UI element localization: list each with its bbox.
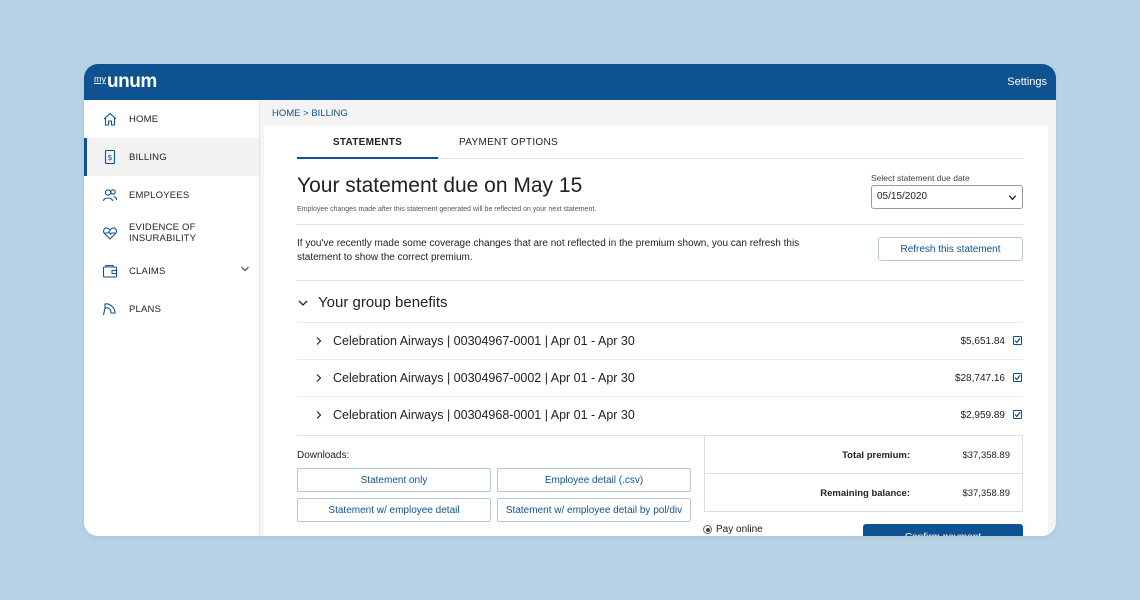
tab-statements[interactable]: STATEMENTS	[297, 134, 438, 159]
breadcrumb[interactable]: HOME > BILLING	[272, 108, 348, 119]
benefit-amount: $2,959.89	[960, 409, 1006, 421]
benefit-checkbox[interactable]	[1013, 373, 1022, 382]
benefit-row[interactable]: Celebration Airways | 00304967-0002 | Ap…	[297, 359, 1023, 396]
sidebar: HOME $ BILLING EMPLOYEES EVIDENCE OF INS…	[84, 100, 260, 536]
downloads-section: Downloads: Statement only Employee detai…	[297, 435, 704, 535]
refresh-statement-button[interactable]: Refresh this statement	[878, 237, 1023, 261]
benefit-checkbox[interactable]	[1013, 336, 1022, 345]
date-select-label: Select statement due date	[871, 173, 970, 183]
remaining-balance-value: $37,358.89	[962, 487, 1010, 499]
heart-icon	[102, 225, 118, 241]
tab-bar: STATEMENTS PAYMENT OPTIONS	[297, 134, 1023, 159]
totals-panel: Total premium: $37,358.89 Remaining bala…	[704, 435, 1023, 512]
sidebar-item-claims[interactable]: CLAIMS	[84, 252, 259, 290]
benefit-name: Celebration Airways | 00304967-0001 | Ap…	[333, 334, 635, 348]
plans-icon	[102, 301, 118, 317]
total-premium-value: $37,358.89	[962, 449, 1010, 461]
remaining-balance-row: Remaining balance: $37,358.89	[705, 474, 1022, 512]
group-benefits-title: Your group benefits	[318, 294, 448, 311]
group-benefits-header[interactable]: Your group benefits	[297, 294, 448, 311]
sidebar-item-label: EMPLOYEES	[129, 189, 190, 201]
sidebar-item-home[interactable]: HOME	[84, 100, 259, 138]
date-select-value: 05/15/2020	[877, 191, 928, 202]
my-unum-logo[interactable]: my unum	[94, 71, 157, 93]
sidebar-item-billing[interactable]: $ BILLING	[84, 138, 259, 176]
chevron-right-icon[interactable]	[315, 373, 333, 383]
benefit-row[interactable]: Celebration Airways | 00304967-0001 | Ap…	[297, 322, 1023, 359]
billing-card: STATEMENTS PAYMENT OPTIONS Your statemen…	[264, 126, 1048, 536]
billing-icon: $	[102, 149, 118, 165]
pay-online-option[interactable]: Pay online	[703, 524, 763, 535]
benefit-row[interactable]: Celebration Airways | 00304968-0001 | Ap…	[297, 396, 1023, 433]
top-bar: my unum Settings	[84, 64, 1056, 100]
refresh-info-text: If you've recently made some coverage ch…	[297, 238, 800, 263]
chevron-right-icon[interactable]	[315, 410, 333, 420]
pay-online-radio[interactable]	[703, 525, 712, 534]
sidebar-item-evidence-of-insurability[interactable]: EVIDENCE OF INSURABILITY	[84, 214, 259, 252]
benefit-name: Celebration Airways | 00304968-0001 | Ap…	[333, 408, 635, 422]
settings-link[interactable]: Settings	[1007, 76, 1047, 88]
downloads-label: Downloads:	[297, 450, 350, 461]
sidebar-item-label: HOME	[129, 113, 159, 125]
download-employee-detail-csv-button[interactable]: Employee detail (.csv)	[497, 468, 691, 492]
benefit-amount: $28,747.16	[954, 372, 1005, 384]
download-statement-only-button[interactable]: Statement only	[297, 468, 491, 492]
download-statement-employee-detail-button[interactable]: Statement w/ employee detail	[297, 498, 491, 522]
employees-icon	[102, 187, 118, 203]
divider	[297, 280, 1023, 281]
sidebar-item-plans[interactable]: PLANS	[84, 290, 259, 328]
sidebar-item-employees[interactable]: EMPLOYEES	[84, 176, 259, 214]
chevron-right-icon[interactable]	[315, 336, 333, 346]
statement-date-select[interactable]: 05/15/2020	[871, 185, 1023, 209]
remaining-balance-label: Remaining balance:	[820, 487, 910, 499]
svg-text:$: $	[107, 153, 112, 162]
statement-title: Your statement due on May 15	[297, 174, 583, 197]
total-premium-row: Total premium: $37,358.89	[705, 436, 1022, 474]
pay-online-label: Pay online	[716, 524, 763, 535]
sidebar-item-label: BILLING	[129, 151, 167, 163]
benefit-name: Celebration Airways | 00304967-0002 | Ap…	[333, 371, 635, 385]
sidebar-item-label: PLANS	[129, 303, 162, 315]
app-window: my unum Settings HOME $ BILLING EMPLOYEE…	[84, 64, 1056, 536]
logo-prefix: my	[94, 74, 106, 84]
chevron-down-icon	[297, 297, 309, 309]
sidebar-item-label: CLAIMS	[129, 265, 166, 277]
total-premium-label: Total premium:	[842, 449, 910, 461]
claims-icon	[102, 263, 118, 279]
chevron-down-icon	[1008, 193, 1017, 205]
confirm-payment-button[interactable]: Confirm payment	[863, 524, 1023, 536]
main-content: HOME > BILLING STATEMENTS PAYMENT OPTION…	[260, 100, 1056, 536]
download-statement-by-pol-div-button[interactable]: Statement w/ employee detail by pol/div	[497, 498, 691, 522]
home-icon	[102, 111, 118, 127]
divider	[297, 224, 1023, 225]
statement-subtitle: Employee changes made after this stateme…	[297, 206, 597, 213]
tab-payment-options[interactable]: PAYMENT OPTIONS	[438, 134, 579, 158]
benefit-amount: $5,651.84	[960, 335, 1006, 347]
chevron-down-icon[interactable]	[240, 264, 250, 277]
sidebar-item-label: EVIDENCE OF INSURABILITY	[129, 222, 197, 244]
logo-brand: unum	[107, 71, 157, 92]
benefit-checkbox[interactable]	[1013, 410, 1022, 419]
